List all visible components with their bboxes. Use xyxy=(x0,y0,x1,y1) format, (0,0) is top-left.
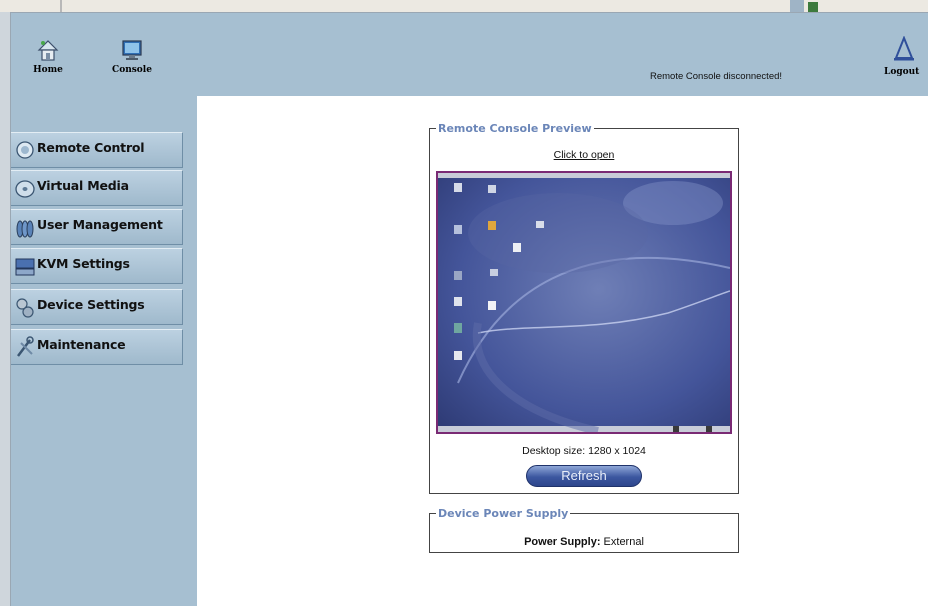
home-button[interactable]: Home xyxy=(18,38,78,75)
power-supply-value: External xyxy=(603,536,644,548)
preview-legend: Remote Console Preview xyxy=(438,122,592,135)
device-power-supply-section: Device Power Supply Power Supply: Extern… xyxy=(429,507,739,553)
nav-label: User Management xyxy=(37,217,163,232)
logout-button[interactable]: Logout xyxy=(884,36,928,77)
nav-maintenance[interactable]: Maintenance xyxy=(11,329,183,365)
gears-icon xyxy=(16,298,34,318)
frame-divider xyxy=(60,0,62,12)
console-preview-image[interactable] xyxy=(436,171,732,434)
desktop-thumbnail xyxy=(438,173,730,432)
console-button[interactable]: Console xyxy=(102,38,162,75)
frame-indicator xyxy=(808,2,818,12)
disc-icon xyxy=(15,180,35,198)
click-to-open-link[interactable]: Click to open xyxy=(430,149,738,161)
nav-label: Maintenance xyxy=(37,337,126,352)
browser-frame-left xyxy=(0,12,11,606)
power-supply-line: Power Supply: External xyxy=(430,536,738,548)
nav-label: Device Settings xyxy=(37,297,145,312)
console-label: Console xyxy=(112,65,152,75)
nav-virtual-media[interactable]: Virtual Media xyxy=(11,170,183,206)
home-label: Home xyxy=(33,65,63,75)
refresh-button[interactable]: Refresh xyxy=(526,465,642,487)
monitor-icon xyxy=(16,141,34,159)
tools-icon xyxy=(17,336,34,357)
frame-widget xyxy=(790,0,804,12)
power-supply-label: Power Supply: xyxy=(524,536,601,548)
logout-icon xyxy=(894,36,914,61)
connection-status: Remote Console disconnected! xyxy=(650,71,783,82)
logout-label: Logout xyxy=(884,67,920,77)
keyboard-icon xyxy=(15,258,35,276)
desktop-size-text: Desktop size: 1280 x 1024 xyxy=(522,445,646,457)
power-legend: Device Power Supply xyxy=(438,507,569,520)
nav-label: Remote Control xyxy=(37,140,145,155)
browser-frame-top xyxy=(0,0,928,13)
home-icon xyxy=(37,40,59,61)
remote-console-preview-section: Remote Console Preview Click to open Des… xyxy=(429,122,739,494)
nav-user-management[interactable]: User Management xyxy=(11,209,183,245)
nav-label: KVM Settings xyxy=(37,256,130,271)
nav-device-settings[interactable]: Device Settings xyxy=(11,289,183,325)
nav-label: Virtual Media xyxy=(37,178,129,193)
nav-remote-control[interactable]: Remote Control xyxy=(11,132,183,168)
console-monitor-icon xyxy=(122,40,142,60)
users-icon xyxy=(16,220,34,238)
nav-kvm-settings[interactable]: KVM Settings xyxy=(11,248,183,284)
